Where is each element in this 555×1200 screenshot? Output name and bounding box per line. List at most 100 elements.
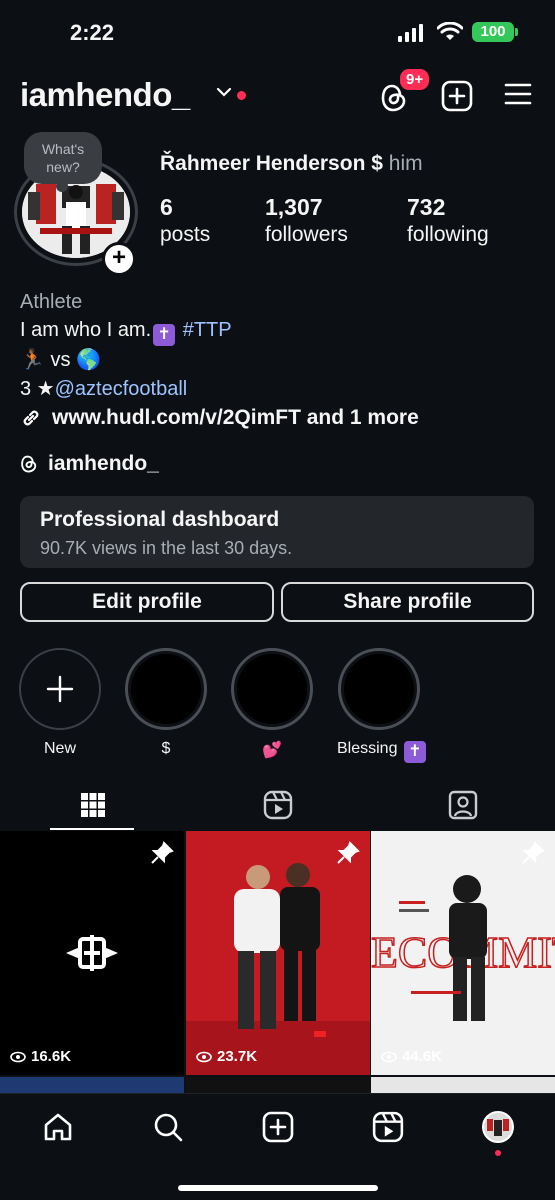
- create-post-icon: [262, 1111, 294, 1143]
- highlight-item[interactable]: Blessing ✝: [337, 648, 426, 763]
- bottom-navigation: [0, 1093, 555, 1200]
- post-thumbnail[interactable]: [371, 1077, 555, 1093]
- post-thumbnail[interactable]: [186, 1077, 370, 1093]
- highlight-new[interactable]: New: [18, 648, 102, 758]
- view-count-text: 44.6K: [402, 1048, 443, 1065]
- tab-reels[interactable]: [185, 780, 370, 830]
- account-notification-dot: [237, 91, 246, 100]
- nav-search[interactable]: [151, 1110, 185, 1144]
- grid-icon: [80, 793, 105, 817]
- view-count-text: 23.7K: [217, 1048, 258, 1065]
- nav-home[interactable]: [41, 1110, 75, 1144]
- post-photo: ECOMMITTED: [371, 831, 555, 1075]
- bio-line: I am who I am. ✝ #TTP: [20, 316, 540, 346]
- highlight-label: $: [161, 740, 171, 757]
- threads-handle: iamhendo_: [48, 452, 159, 475]
- post-thumbnail[interactable]: [0, 1077, 184, 1093]
- highlight-label-wrap: Blessing ✝: [337, 740, 426, 763]
- add-story-button[interactable]: +: [102, 242, 136, 276]
- hashtag-link[interactable]: #TTP: [183, 319, 232, 341]
- create-post-icon[interactable]: [441, 80, 473, 112]
- status-bar: 2:22 100: [0, 0, 555, 66]
- full-name: Řahmeer Henderson $ him: [160, 152, 423, 176]
- stat-label: followers: [265, 223, 348, 246]
- threads-profile-link[interactable]: iamhendo_: [20, 452, 159, 476]
- username-switcher[interactable]: iamhendo_: [20, 76, 190, 114]
- link-icon: [23, 410, 39, 426]
- sdsu-logo-icon: [66, 935, 118, 971]
- home-indicator: [178, 1185, 378, 1191]
- active-tab-indicator: [50, 828, 134, 830]
- share-profile-button[interactable]: Share profile: [281, 582, 534, 622]
- pin-icon: [337, 841, 360, 864]
- stat-posts[interactable]: 6 posts: [160, 194, 210, 247]
- nav-reels[interactable]: [371, 1110, 405, 1144]
- battery-indicator: 100: [472, 22, 518, 42]
- notification-badge: 9+: [398, 67, 432, 92]
- bio-text: 3 ★: [20, 378, 55, 400]
- edit-profile-button[interactable]: Edit profile: [20, 582, 274, 622]
- highlight-label: 💕: [262, 742, 282, 759]
- eye-icon: [196, 1051, 212, 1062]
- mention-link[interactable]: @aztecfootball: [55, 378, 188, 400]
- pin-icon: [522, 841, 545, 864]
- post-thumbnail[interactable]: 16.6K: [0, 831, 184, 1075]
- professional-dashboard[interactable]: Professional dashboard 90.7K views in th…: [20, 496, 534, 568]
- dashboard-subtitle: 90.7K views in the last 30 days.: [40, 538, 293, 558]
- external-link[interactable]: www.hudl.com/v/2QimFT and 1 more: [20, 406, 419, 430]
- highlight-circle: [338, 648, 420, 730]
- highlight-item[interactable]: 💕: [230, 648, 314, 760]
- plus-icon: [46, 675, 74, 703]
- view-count: 23.7K: [196, 1048, 257, 1065]
- threads-icon: [21, 455, 37, 473]
- highlight-circle: [19, 648, 101, 730]
- signal-icon: [398, 24, 423, 42]
- highlight-label: New: [43, 740, 76, 757]
- profile-stats: 6 posts 1,307 followers 732 following: [160, 194, 540, 254]
- profile-tabs: [0, 780, 555, 830]
- bio-line: 🏃🏾 vs 🌎: [20, 349, 101, 371]
- tagged-user-icon: [448, 790, 477, 820]
- post-photo: [186, 831, 370, 1075]
- avatar: [482, 1111, 514, 1143]
- stat-value: 6: [160, 194, 173, 220]
- stat-followers[interactable]: 1,307 followers: [265, 194, 348, 247]
- search-icon: [154, 1113, 183, 1142]
- cross-emoji-icon: ✝: [403, 741, 426, 763]
- bio-line: 3 ★@aztecfootball: [20, 375, 540, 404]
- stat-following[interactable]: 732 following: [407, 194, 489, 247]
- post-thumbnail[interactable]: 23.7K: [186, 831, 370, 1075]
- note-bubble[interactable]: What's new?: [24, 132, 102, 192]
- highlight-circle: [231, 648, 313, 730]
- stat-value: 732: [407, 194, 446, 220]
- reels-icon: [263, 790, 292, 820]
- eye-icon: [381, 1051, 397, 1062]
- wifi-icon: [437, 22, 463, 40]
- stat-label: following: [407, 223, 489, 246]
- profile-bio: Athlete I am who I am. ✝ #TTP 🏃🏾 vs 🌎 3 ★…: [20, 288, 540, 404]
- eye-icon: [10, 1051, 26, 1062]
- home-icon: [44, 1113, 72, 1141]
- highlight-label: Blessing: [337, 740, 398, 757]
- chevron-down-icon[interactable]: [216, 86, 232, 98]
- profile-notification-dot: [495, 1150, 501, 1156]
- nav-profile[interactable]: [481, 1110, 515, 1144]
- pronouns: him: [388, 152, 423, 175]
- highlight-item[interactable]: $: [124, 648, 208, 758]
- post-thumbnail[interactable]: ECOMMITTED 44.6K: [371, 831, 555, 1075]
- menu-icon[interactable]: [504, 82, 532, 106]
- view-count-text: 16.6K: [31, 1048, 72, 1065]
- status-time: 2:22: [70, 20, 115, 45]
- full-name-text: Řahmeer Henderson $: [160, 152, 383, 175]
- profile-header: iamhendo_ 9+: [0, 67, 555, 120]
- nav-create[interactable]: [261, 1110, 295, 1144]
- tab-posts-grid[interactable]: [0, 780, 185, 830]
- highlight-circle: [125, 648, 207, 730]
- tab-tagged[interactable]: [370, 780, 555, 830]
- view-count: 16.6K: [10, 1048, 71, 1065]
- profile-category: Athlete: [20, 291, 83, 313]
- bio-text: I am who I am.: [20, 319, 152, 341]
- posts-grid: 16.6K 23.7K ECOMMITTED: [0, 831, 555, 1075]
- cross-emoji-icon: ✝: [153, 324, 176, 346]
- dashboard-title: Professional dashboard: [40, 508, 280, 531]
